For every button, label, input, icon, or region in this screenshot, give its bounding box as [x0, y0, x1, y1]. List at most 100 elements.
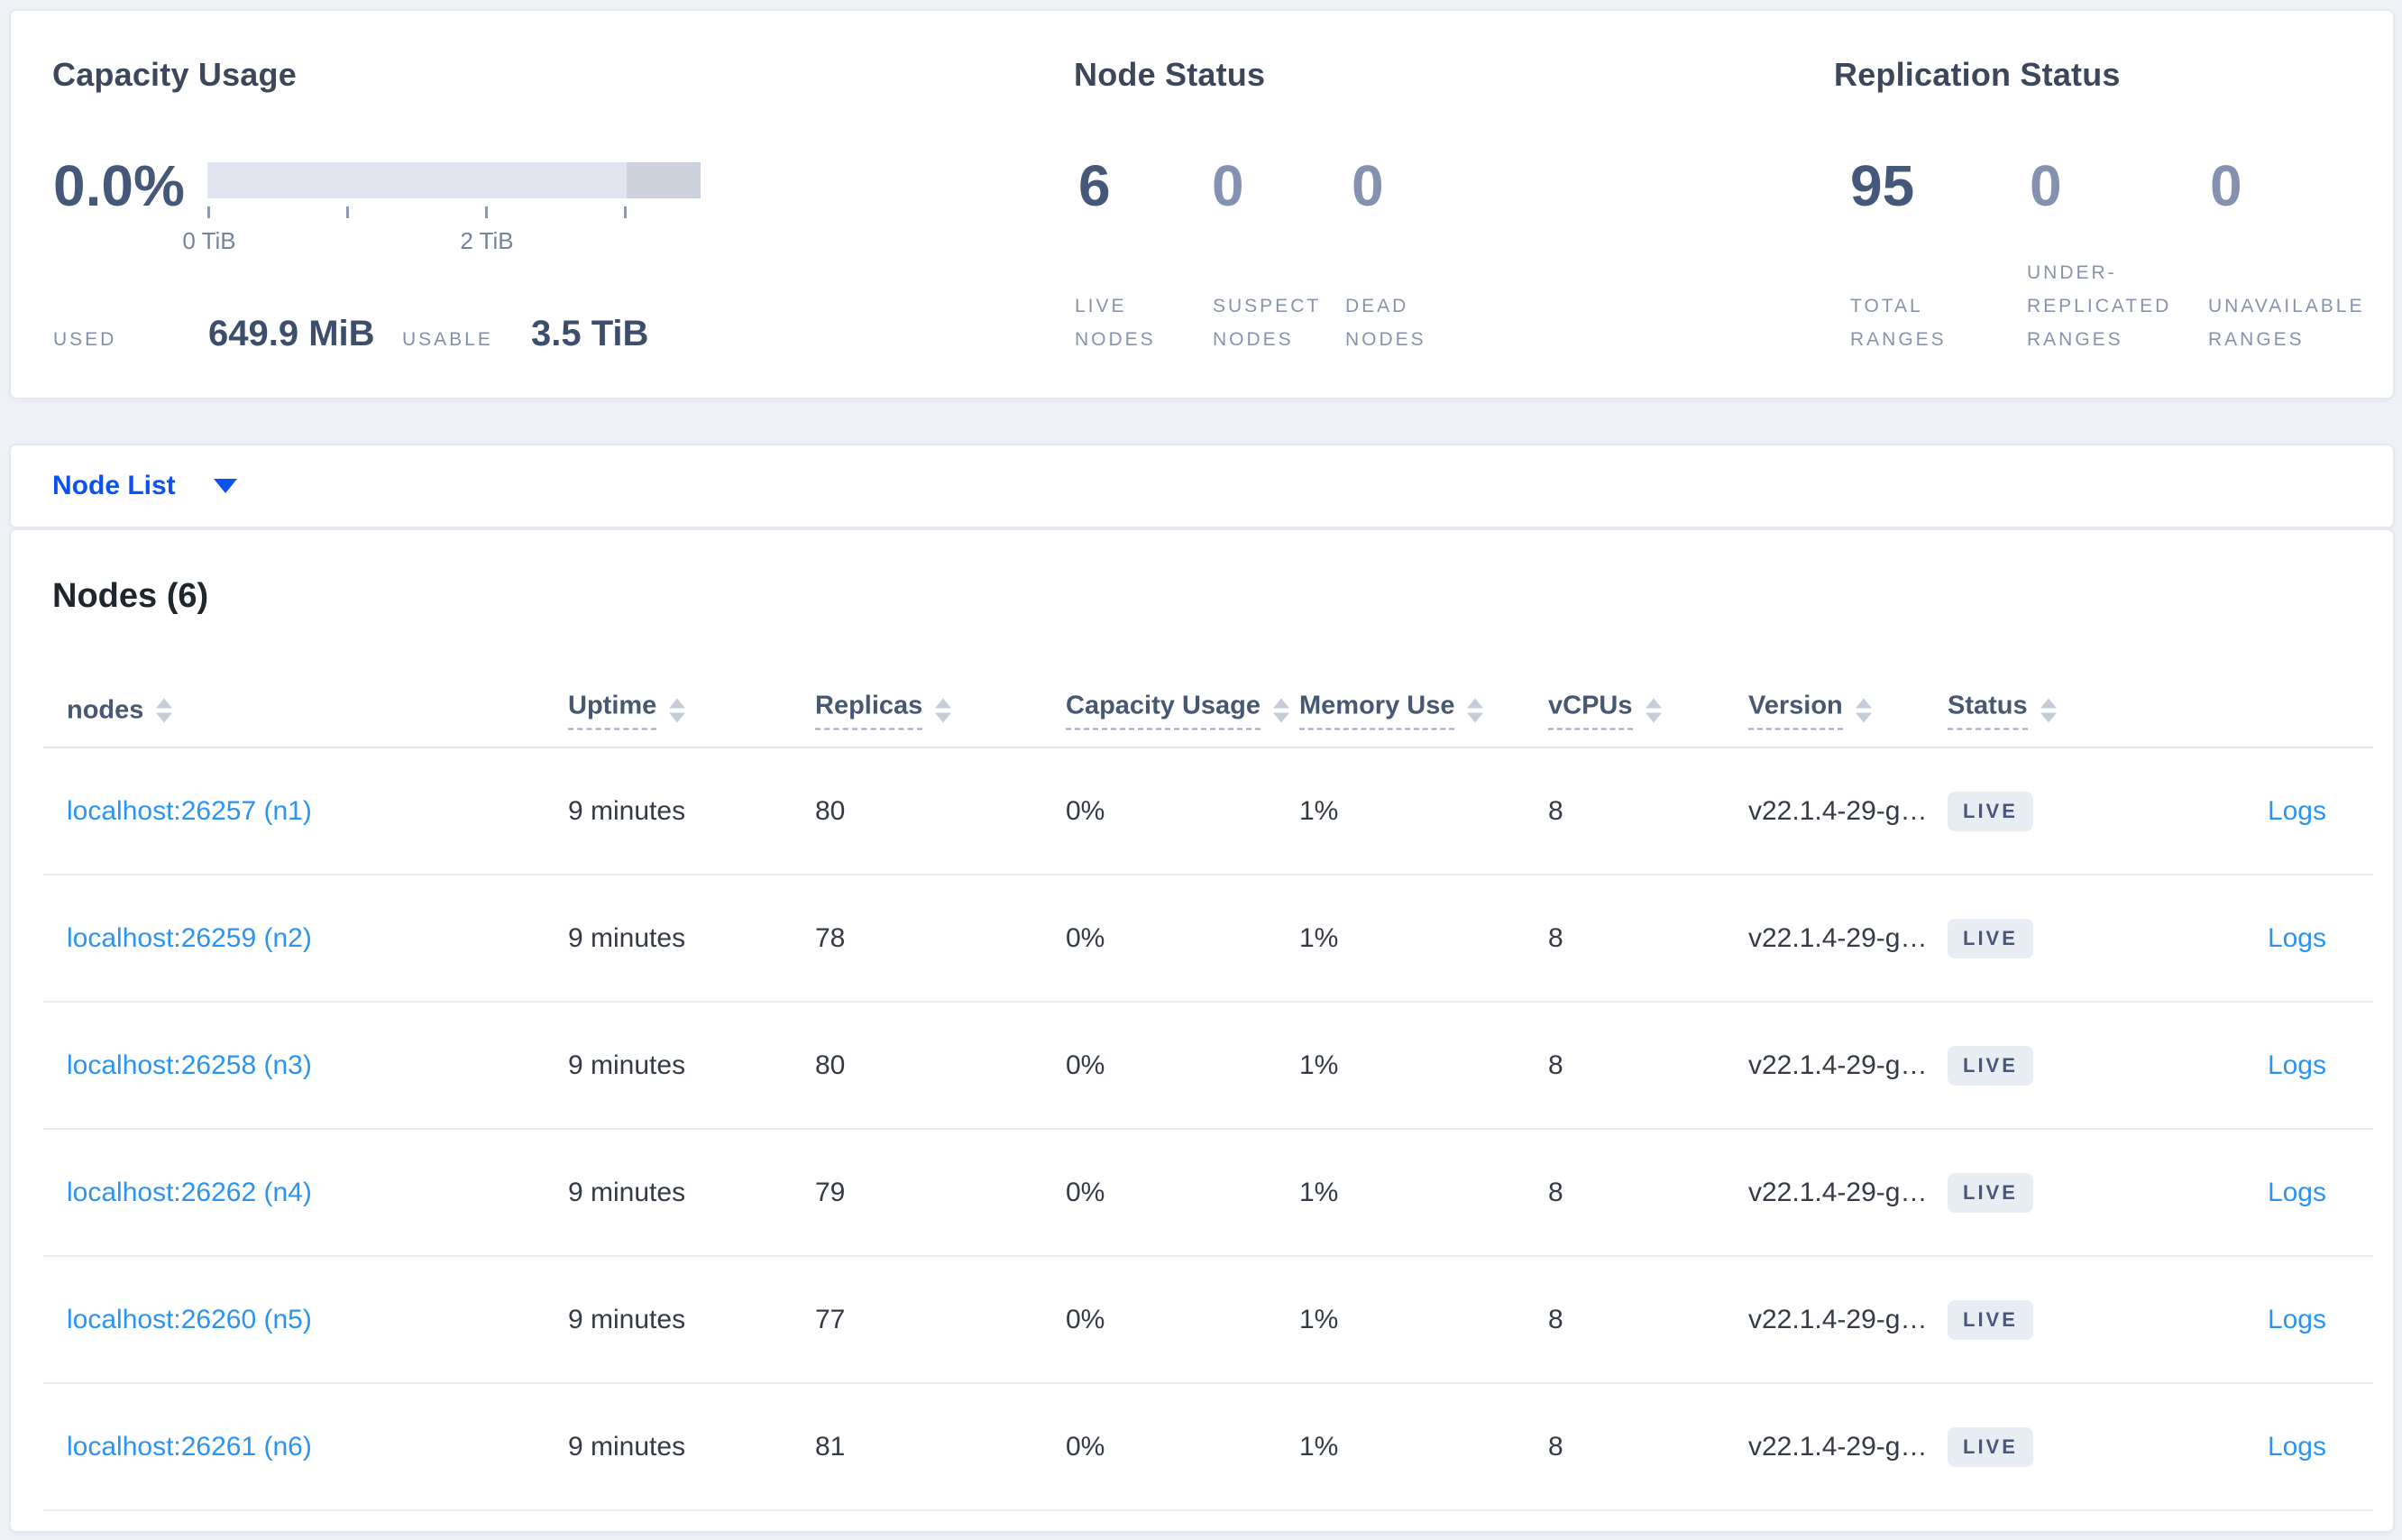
node-link[interactable]: localhost:26262 (n4)	[67, 1178, 312, 1208]
usable-label: USABLE	[402, 329, 493, 350]
sort-icon	[1467, 698, 1484, 723]
uptime-cell: 9 minutes	[568, 922, 686, 953]
node-list-dropdown-label: Node List	[52, 471, 176, 500]
replicas-cell: 77	[815, 1304, 846, 1334]
sort-icon	[669, 698, 686, 723]
column-header-nodes[interactable]: nodes	[67, 696, 173, 726]
uptime-cell: 9 minutes	[568, 1177, 686, 1207]
nodes-table: nodes Uptime Replicas Capacity Usage Mem…	[43, 674, 2373, 1511]
replicas-cell: 80	[815, 1050, 846, 1080]
capacity-usage-cell: 0%	[1066, 1177, 1105, 1207]
dead-nodes-count: 0	[1352, 153, 1384, 218]
uptime-cell: 9 minutes	[568, 795, 686, 826]
gauge-tick	[346, 206, 349, 218]
capacity-usage-cell: 0%	[1066, 1431, 1105, 1462]
column-header-replicas[interactable]: Replicas	[815, 692, 952, 730]
version-cell: v22.1.4-29-g…	[1748, 795, 1928, 826]
usable-value: 3.5 TiB	[531, 314, 649, 353]
vcpus-cell: 8	[1548, 795, 1563, 826]
node-link[interactable]: localhost:26259 (n2)	[67, 923, 312, 954]
view-selector-bar: Node List	[9, 444, 2395, 528]
capacity-usage-cell: 0%	[1066, 1304, 1105, 1334]
column-header-vcpus[interactable]: vCPUs	[1548, 692, 1662, 730]
gauge-tick	[485, 206, 488, 218]
column-header-memory-use[interactable]: Memory Use	[1299, 692, 1484, 730]
gauge-tick	[624, 206, 627, 218]
vcpus-cell: 8	[1548, 922, 1563, 953]
memory-use-cell: 1%	[1299, 1177, 1339, 1207]
sort-icon	[2040, 698, 2057, 723]
nodes-panel: Nodes (6) nodes Uptime Replicas Capacity…	[9, 528, 2395, 1533]
column-header-uptime[interactable]: Uptime	[568, 692, 686, 730]
status-badge: LIVE	[1948, 791, 2033, 831]
version-cell: v22.1.4-29-g…	[1748, 922, 1928, 953]
table-row: localhost:26258 (n3) 9 minutes 80 0% 1% …	[43, 1003, 2373, 1130]
replicas-cell: 78	[815, 922, 846, 953]
logs-link[interactable]: Logs	[2268, 796, 2326, 827]
uptime-cell: 9 minutes	[568, 1431, 686, 1462]
table-row: localhost:26257 (n1) 9 minutes 80 0% 1% …	[43, 748, 2373, 875]
vcpus-cell: 8	[1548, 1431, 1563, 1462]
suspect-nodes-count: 0	[1212, 153, 1244, 218]
sort-icon	[1645, 698, 1662, 723]
table-row: localhost:26259 (n2) 9 minutes 78 0% 1% …	[43, 875, 2373, 1003]
column-header-capacity-usage[interactable]: Capacity Usage	[1066, 692, 1289, 730]
cluster-summary-card: Capacity Usage 0.0% 0 TiB 2 TiB USED 649…	[9, 9, 2395, 399]
nodes-table-body: localhost:26257 (n1) 9 minutes 80 0% 1% …	[43, 748, 2373, 1511]
replication-status-title: Replication Status	[1834, 56, 2121, 93]
capacity-usage-cell: 0%	[1066, 1050, 1105, 1080]
node-link[interactable]: localhost:26258 (n3)	[67, 1050, 312, 1081]
status-badge: LIVE	[1948, 1045, 2033, 1086]
column-header-version[interactable]: Version	[1748, 692, 1872, 730]
logs-link[interactable]: Logs	[2268, 1305, 2326, 1335]
sort-icon	[1855, 698, 1872, 723]
version-cell: v22.1.4-29-g…	[1748, 1177, 1928, 1207]
node-list-dropdown[interactable]: Node List	[52, 471, 237, 501]
logs-link[interactable]: Logs	[2268, 1050, 2326, 1081]
suspect-nodes-label: SUSPECT NODES	[1213, 296, 1322, 350]
capacity-usage-cell: 0%	[1066, 922, 1105, 953]
live-nodes-count: 6	[1078, 153, 1111, 218]
logs-link[interactable]: Logs	[2268, 1178, 2326, 1208]
uptime-cell: 9 minutes	[568, 1050, 686, 1080]
logs-link[interactable]: Logs	[2268, 923, 2326, 954]
chevron-down-icon	[213, 479, 237, 493]
capacity-usage-title: Capacity Usage	[52, 56, 297, 93]
vcpus-cell: 8	[1548, 1050, 1563, 1080]
capacity-detail: USED 649.9 MiB USABLE 3.5 TiB	[53, 314, 648, 354]
status-badge: LIVE	[1948, 1426, 2033, 1467]
capacity-gauge: 0 TiB 2 TiB	[182, 162, 701, 261]
capacity-used-percent: 0.0%	[53, 153, 185, 218]
total-ranges-label: TOTAL RANGES	[1850, 296, 1947, 350]
sort-icon	[1273, 698, 1289, 723]
nodes-table-header: nodes Uptime Replicas Capacity Usage Mem…	[43, 674, 2373, 748]
table-row: localhost:26261 (n6) 9 minutes 81 0% 1% …	[43, 1384, 2373, 1511]
unavailable-ranges-label: UNAVAILABLE RANGES	[2208, 296, 2365, 350]
logs-link[interactable]: Logs	[2268, 1432, 2326, 1462]
node-link[interactable]: localhost:26257 (n1)	[67, 796, 312, 827]
column-header-status[interactable]: Status	[1948, 692, 2057, 730]
capacity-usage-cell: 0%	[1066, 795, 1105, 826]
uptime-cell: 9 minutes	[568, 1304, 686, 1334]
under-replicated-ranges-count: 0	[2030, 153, 2062, 218]
dead-nodes-label: DEAD NODES	[1345, 296, 1426, 350]
live-nodes-label: LIVE NODES	[1075, 296, 1156, 350]
status-badge: LIVE	[1948, 1172, 2033, 1213]
nodes-panel-title: Nodes (6)	[52, 577, 209, 615]
version-cell: v22.1.4-29-g…	[1748, 1050, 1928, 1080]
memory-use-cell: 1%	[1299, 795, 1339, 826]
replicas-cell: 81	[815, 1431, 846, 1462]
status-badge: LIVE	[1948, 1299, 2033, 1340]
node-link[interactable]: localhost:26260 (n5)	[67, 1305, 312, 1335]
node-link[interactable]: localhost:26261 (n6)	[67, 1432, 312, 1462]
memory-use-cell: 1%	[1299, 1431, 1339, 1462]
total-ranges-count: 95	[1850, 153, 1915, 218]
table-row: localhost:26262 (n4) 9 minutes 79 0% 1% …	[43, 1130, 2373, 1257]
vcpus-cell: 8	[1548, 1177, 1563, 1207]
replicas-cell: 80	[815, 795, 846, 826]
sort-icon	[935, 698, 952, 723]
status-badge: LIVE	[1948, 918, 2033, 958]
under-replicated-ranges-label: UNDER- REPLICATED RANGES	[2027, 262, 2172, 350]
gauge-tick	[207, 206, 210, 218]
replicas-cell: 79	[815, 1177, 846, 1207]
